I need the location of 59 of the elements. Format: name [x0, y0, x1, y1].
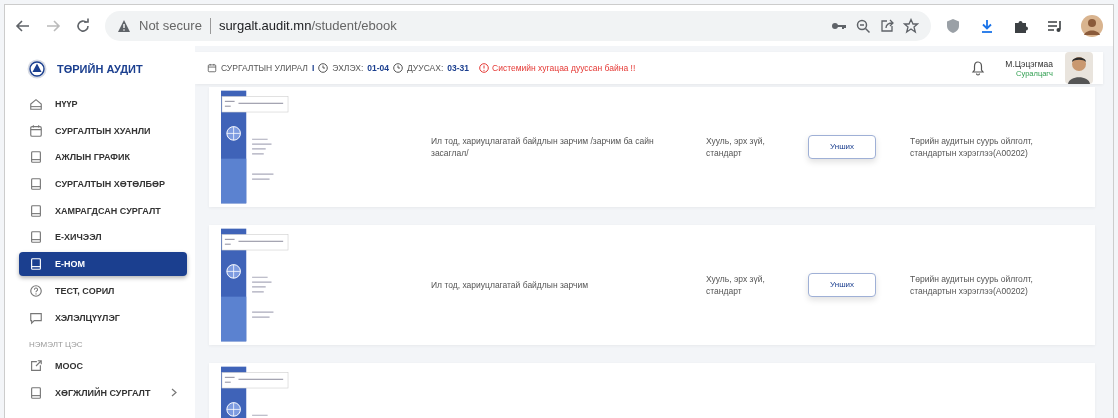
sidebar-item[interactable]: ХЭЛЭЛЦҮҮЛЭГ [19, 305, 187, 330]
sidebar-item[interactable]: ТЕСТ, СОРИЛ [19, 278, 187, 303]
sidebar-item[interactable]: НҮҮР [19, 92, 187, 116]
read-button[interactable]: Унших [808, 273, 876, 297]
read-button[interactable]: Унших [808, 135, 876, 159]
star-icon[interactable] [903, 17, 919, 34]
course-name: Төрийн аудитын суурь ойлголт, стандартын хэрэглээ(А00202) [910, 272, 1034, 298]
book-category: Хууль, эрх зүй, стандарт [706, 134, 766, 160]
profile-avatar-icon[interactable] [1081, 14, 1103, 37]
section-title: НЭМЭЛТ ЦЭС [28, 339, 84, 352]
sidebar-item[interactable]: Е-НОМ [19, 252, 187, 277]
calendar-icon [29, 123, 43, 138]
sidebar-item[interactable]: ХАМРАГДСАН СУРГАЛТ [19, 198, 187, 223]
reload-icon[interactable] [75, 17, 91, 34]
chat-icon [29, 310, 43, 325]
bell-icon[interactable] [971, 60, 986, 76]
security-label: Not secure [139, 18, 202, 33]
book-icon [29, 230, 43, 245]
sidebar-item[interactable]: ХӨГЖЛИЙН СУРГАЛТ [19, 380, 187, 405]
address-bar[interactable]: Not secure surgalt.audit.mn/student/ebook [105, 10, 931, 41]
sidebar-item[interactable]: MOOC [19, 354, 187, 379]
start-date: 01-04 [367, 63, 389, 73]
book-icon [29, 177, 43, 192]
term-label: СУРГАЛТЫН УЛИРАЛ [221, 63, 308, 73]
back-arrow-icon[interactable] [15, 17, 31, 34]
book-title: Ил тод, хариуцлагатай байдлын зарчим [431, 278, 590, 292]
sidebar-item[interactable]: Е-ХИЧЭЭЛ [19, 225, 187, 250]
sidebar-item[interactable]: СУРГАЛТЫН ХУАНЛИ [19, 118, 187, 143]
start-label: ЭХЛЭХ: [332, 63, 364, 73]
alert-text: Системийн хугацаа дууссан байна !! [492, 63, 636, 73]
book-icon [29, 385, 43, 400]
sidebar-item[interactable]: АЖЛЫН ГРАФИК [19, 145, 187, 170]
end-label: ДУУСАХ: [407, 63, 444, 73]
book-category: Хууль, эрх зүй, стандарт [706, 272, 766, 298]
shield-icon[interactable] [945, 17, 961, 34]
user-avatar-icon[interactable] [1065, 52, 1093, 84]
share-icon[interactable] [879, 17, 895, 34]
logo-text: ТӨРИЙН АУДИТ [57, 63, 143, 75]
book-icon [29, 150, 43, 165]
calendar-icon [207, 63, 217, 73]
term-value: I [311, 63, 315, 73]
download-icon[interactable] [979, 17, 995, 34]
sidebar-item[interactable]: СУРГАЛТЫН ХӨТӨЛБӨР [19, 172, 187, 197]
user-name: М.Цэцэгмаа [1005, 58, 1053, 69]
url-text: surgalt.audit.mn/student/ebook [218, 18, 397, 33]
question-icon [29, 283, 43, 298]
external-link-icon [29, 359, 43, 374]
clock-icon [318, 63, 329, 73]
home-icon [29, 97, 43, 111]
alert-icon [479, 63, 490, 73]
zoom-icon[interactable] [855, 17, 871, 34]
book-title: Ил тод, хариуцлагатай байдлын зарчим /зарчим ба сайн засаглал/ [431, 134, 655, 160]
clock-icon [393, 63, 403, 73]
warning-icon [117, 18, 131, 33]
end-date: 03-31 [447, 63, 470, 73]
logo-emblem-icon [27, 59, 47, 79]
book-icon [29, 257, 43, 272]
book-icon [29, 203, 43, 218]
course-name: Төрийн аудитын суурь ойлголт, стандартын хэрэглээ(А00202) [910, 134, 1034, 160]
